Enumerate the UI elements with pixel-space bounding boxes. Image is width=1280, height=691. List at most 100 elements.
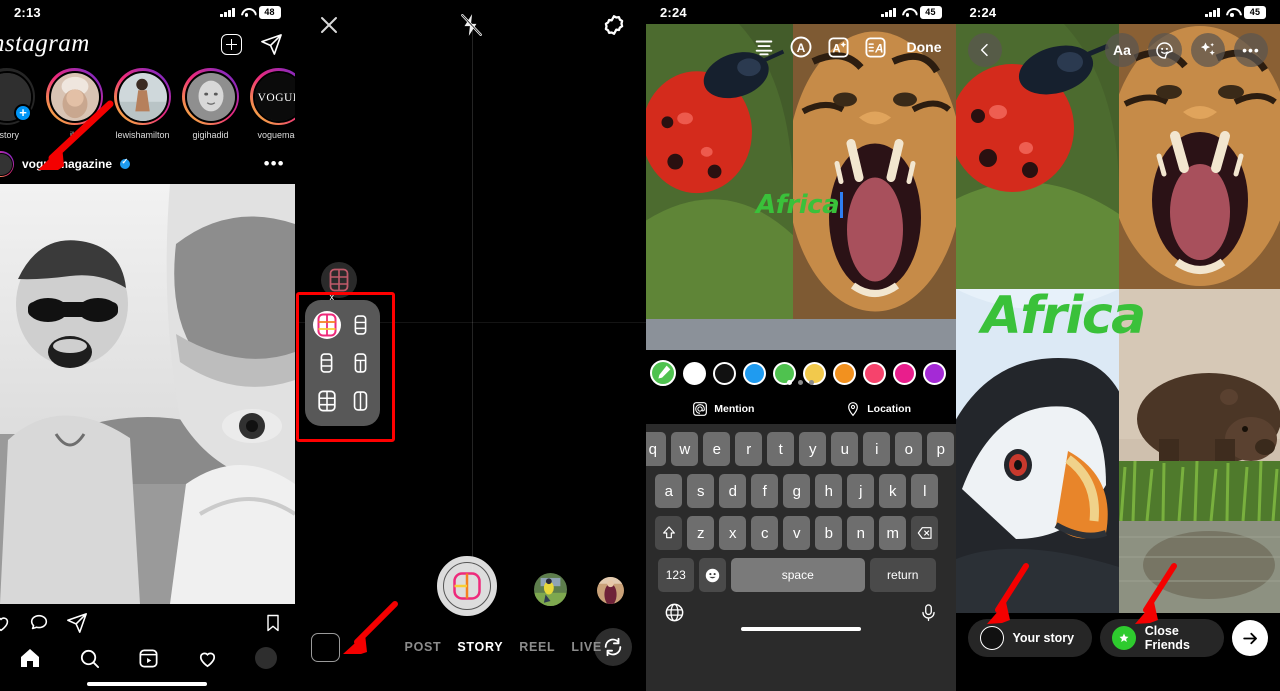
key-i[interactable]: i [863,432,891,466]
panel-instagram-feed: 2:13 48 nstagram + r story [0,0,295,691]
search-icon[interactable] [78,647,101,670]
gallery-square-icon[interactable] [310,632,340,662]
post-photo[interactable] [0,184,295,604]
emoji-key[interactable] [698,558,726,592]
key-a[interactable]: a [655,474,683,508]
home-icon[interactable] [18,646,42,670]
key-d[interactable]: d [719,474,747,508]
key-k[interactable]: k [879,474,907,508]
more-icon[interactable]: ••• [1233,33,1268,67]
cellular-signal-icon [881,7,896,17]
paper-plane-icon[interactable] [66,612,88,634]
text-style-icon[interactable]: A [864,36,887,59]
key-w[interactable]: w [671,432,699,466]
key-f[interactable]: f [751,474,779,508]
mode-post[interactable]: POST [405,640,442,654]
key-y[interactable]: y [799,432,827,466]
key-n[interactable]: n [847,516,875,550]
key-o[interactable]: o [895,432,923,466]
reels-icon[interactable] [137,647,160,670]
story-your-story[interactable]: + r story [0,68,35,140]
story-text-overlay[interactable]: Africa [756,190,843,220]
key-h[interactable]: h [815,474,843,508]
key-z[interactable]: z [687,516,715,550]
circled-a-icon[interactable]: A [789,35,813,59]
shutter-button[interactable] [436,556,497,616]
back-chevron-icon[interactable] [967,33,1002,67]
microphone-icon[interactable] [919,602,938,623]
key-m[interactable]: m [879,516,907,550]
mode-story[interactable]: STORY [457,640,503,654]
story-text-overlay[interactable]: Africa [982,286,1147,346]
done-button[interactable]: Done [907,39,942,55]
svg-text:A: A [796,41,805,55]
text-tool[interactable]: Aa [1104,33,1139,67]
arrow-right-icon[interactable] [1232,620,1268,656]
story-voguemagazine[interactable]: VOGUE voguemag [250,68,295,140]
mode-reel[interactable]: REEL [519,640,555,654]
stories-tray[interactable]: + r story jlo lewis [0,66,295,144]
story-lewishamilton[interactable]: lewishamilton [114,68,171,140]
key-c[interactable]: c [751,516,779,550]
recent-thumbnail-1[interactable] [533,573,567,606]
post-username[interactable]: voguemagazine [22,157,112,171]
comment-icon[interactable] [28,612,50,634]
on-screen-keyboard[interactable]: q w e r t y u i o p a s d f g h j k l z … [645,424,956,691]
layout-options-popup[interactable] [304,300,380,426]
key-v[interactable]: v [783,516,811,550]
plus-square-icon[interactable] [220,33,242,55]
key-j[interactable]: j [847,474,875,508]
layout-option-stack-3-rows-narrow[interactable] [347,311,375,339]
sparkles-icon[interactable] [1190,33,1225,67]
add-story-badge[interactable]: + [14,104,32,122]
key-x[interactable]: x [719,516,747,550]
color-palette[interactable] [646,352,956,394]
post-more-icon[interactable]: ••• [264,155,285,172]
layout-option-stack-3-rows[interactable] [313,349,341,377]
key-p[interactable]: p [927,432,955,466]
space-key[interactable]: space [730,558,865,592]
story-jlo[interactable]: jlo [46,68,103,140]
layout-capture-icon [452,572,481,600]
key-u[interactable]: u [831,432,859,466]
post-avatar[interactable] [0,151,14,177]
profile-avatar[interactable] [254,647,277,669]
bookmark-icon[interactable] [263,612,283,634]
key-e[interactable]: e [703,432,731,466]
capture-modes[interactable]: POST STORY REEL LIVE [405,640,602,654]
text-align-icon[interactable] [753,36,775,58]
text-effect-icon[interactable]: A [827,36,850,59]
key-q[interactable]: q [645,432,667,466]
heart-icon[interactable] [196,647,219,670]
flip-camera-icon[interactable] [593,628,632,666]
paper-plane-icon[interactable] [260,33,283,56]
layout-option-grid-3x2[interactable] [313,387,341,415]
key-t[interactable]: t [767,432,795,466]
layout-grid-icon[interactable] [320,262,357,298]
numbers-key[interactable]: 123 [657,558,694,592]
avatar [186,72,235,121]
layout-option-one-top-two-bottom[interactable] [347,349,375,377]
key-g[interactable]: g [783,474,811,508]
layout-option-two-columns[interactable] [347,387,375,415]
key-s[interactable]: s [687,474,715,508]
backspace-key[interactable] [911,516,939,550]
sticker-icon[interactable] [1147,33,1182,67]
recent-thumbnail-2[interactable] [596,577,624,604]
return-key[interactable]: return [869,558,936,592]
avatar-ring: VOGUE [250,68,295,125]
your-story-button[interactable]: Your story [967,619,1092,657]
close-friends-button[interactable]: Close Friends [1099,619,1224,657]
heart-icon[interactable] [0,612,12,634]
location-button[interactable]: Location [801,394,956,424]
story-gigihadid[interactable]: gigihadid [182,68,239,140]
layout-close-x[interactable]: x [330,292,335,302]
key-l[interactable]: l [911,474,939,508]
globe-icon[interactable] [664,602,685,623]
key-r[interactable]: r [735,432,763,466]
layout-option-grid-2x3[interactable] [312,311,341,339]
shift-key[interactable] [655,516,683,550]
key-b[interactable]: b [815,516,843,550]
mention-button[interactable]: Mention [646,394,801,424]
post-header: voguemagazine ••• [0,144,295,184]
